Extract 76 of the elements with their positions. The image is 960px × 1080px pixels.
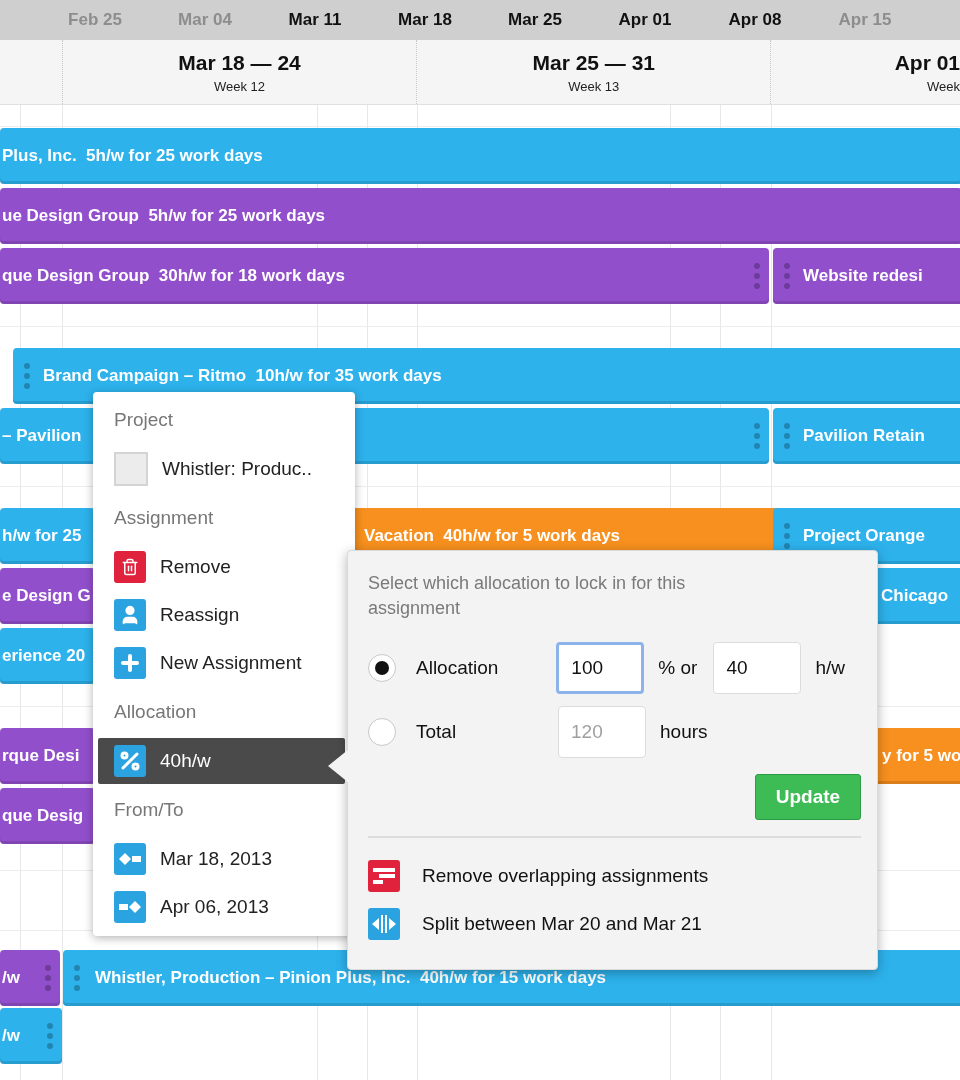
menu-item[interactable]: New Assignment — [98, 640, 345, 686]
grip-icon[interactable] — [23, 362, 31, 390]
bar-label: h/w for 25 — [2, 526, 82, 546]
assignment-bar[interactable]: Website redesi — [773, 248, 960, 304]
unit-label: hours — [660, 721, 708, 743]
bar-label: que Design Group 30h/w for 18 work days — [2, 266, 345, 286]
radio-button[interactable] — [368, 718, 396, 746]
input-field[interactable]: 40 — [713, 642, 802, 694]
grip-icon[interactable] — [783, 262, 791, 290]
assignment-bar[interactable]: /w — [0, 950, 60, 1006]
bar-label: /w — [2, 1026, 20, 1046]
bar-label: e Design G — [2, 586, 91, 606]
bar-label: Whistler, Production – Pinion Plus, Inc. 40h/w for 15 work days — [95, 968, 607, 988]
bar-label: Brand Campaign – Ritmo 10h/w for 35 work days — [43, 366, 442, 386]
section-heading: From/To — [114, 799, 184, 821]
week-number: Week 12 — [213, 78, 266, 94]
color-swatch[interactable] — [114, 452, 148, 486]
bar-label: Vacation 40h/w for 5 work days — [364, 526, 621, 546]
month-label[interactable]: Apr 01 — [618, 10, 672, 30]
bar-label: erience 20 — [2, 646, 86, 666]
section-heading: Project — [114, 409, 174, 431]
option-label: Total — [416, 721, 458, 743]
week-range: Mar 25 — 31 — [532, 50, 656, 75]
menu-item[interactable]: Apr 06, 2013 — [98, 884, 345, 930]
month-label[interactable]: Mar 25 — [508, 10, 562, 30]
bar-label: y for 5 wo — [882, 746, 960, 766]
week-number: Week — [927, 78, 960, 94]
end-date-icon — [114, 891, 146, 923]
radio-button[interactable] — [368, 654, 396, 682]
menu-item[interactable]: Mar 18, 2013 — [98, 836, 345, 882]
assignment-bar[interactable]: que Design Group 30h/w for 18 work days — [0, 248, 769, 304]
input-field[interactable]: 100 — [556, 642, 645, 694]
section-heading: Allocation — [114, 701, 197, 723]
month-label[interactable]: Mar 18 — [398, 10, 452, 30]
week-range: Mar 18 — 24 — [178, 50, 301, 75]
section-heading: Assignment — [114, 507, 214, 529]
bar-label: rque Desi — [2, 746, 80, 766]
grip-icon[interactable] — [753, 422, 761, 450]
assignment-bar[interactable]: que Desig — [0, 788, 95, 844]
grip-icon[interactable] — [783, 522, 791, 550]
bars-icon — [368, 860, 400, 892]
week-range: Apr 01 — [894, 50, 960, 75]
panel-description: Select which allocation to lock in for this assignment — [368, 572, 687, 620]
person-icon — [114, 599, 146, 631]
grip-icon[interactable] — [783, 422, 791, 450]
trash-icon — [114, 551, 146, 583]
menu-item[interactable]: 40h/w — [98, 738, 345, 784]
action-item[interactable]: Remove overlapping assignments — [368, 852, 861, 900]
option-label: Allocation — [416, 657, 500, 679]
week-number: Week 13 — [568, 78, 620, 94]
bar-label: /w — [2, 968, 20, 988]
bar-label: que Desig — [2, 806, 84, 826]
split-icon — [368, 908, 400, 940]
grip-icon[interactable] — [73, 964, 81, 992]
action-item[interactable]: Split between Mar 20 and Mar 21 — [368, 900, 861, 948]
assignment-bar[interactable]: e Design G — [0, 568, 95, 624]
bar-label: Pavilion Retain — [803, 426, 925, 446]
grip-icon[interactable] — [46, 1022, 54, 1050]
bar-label: Chicago — [881, 586, 949, 606]
bar-label: ue Design Group 5h/w for 25 work days — [2, 206, 326, 226]
assignment-bar[interactable]: rque Desi — [0, 728, 95, 784]
bar-label: – Pavilion — [2, 426, 82, 446]
bar-label: Project Orange — [803, 526, 925, 546]
month-label[interactable]: Mar 11 — [288, 10, 342, 30]
grip-icon[interactable] — [44, 964, 52, 992]
percent-icon — [114, 745, 146, 777]
bar-label: Website redesi — [803, 266, 923, 286]
plus-icon — [114, 647, 146, 679]
bar-label: Plus, Inc. 5h/w for 25 work days — [2, 146, 263, 166]
grip-icon[interactable] — [753, 262, 761, 290]
unit-label: % or — [658, 657, 698, 679]
unit-label: h/w — [815, 657, 845, 679]
month-label[interactable]: Apr 08 — [728, 10, 782, 30]
menu-item[interactable]: Reassign — [98, 592, 345, 638]
start-date-icon — [114, 843, 146, 875]
assignment-bar[interactable]: ue Design Group 5h/w for 25 work days — [0, 188, 960, 244]
